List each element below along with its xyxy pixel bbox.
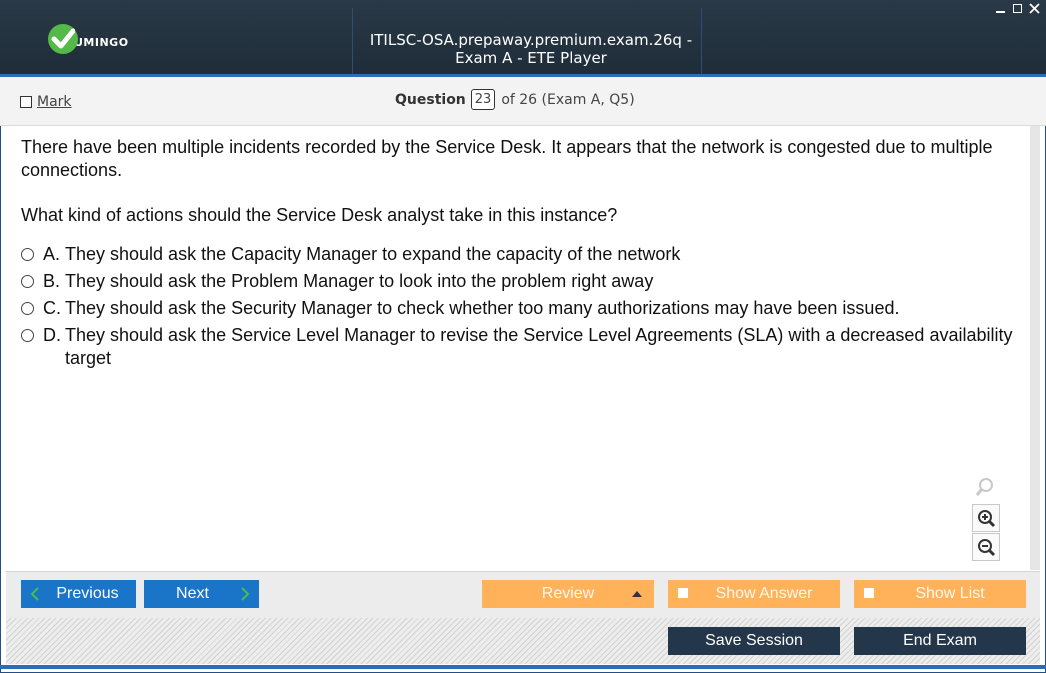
question-counter: Question 23 of 26 (Exam A, Q5) — [395, 89, 635, 110]
show-list-toggle[interactable]: Show List — [854, 580, 1026, 608]
zoom-in-icon[interactable] — [972, 504, 1000, 532]
show-answer-toggle[interactable]: Show Answer — [668, 580, 840, 608]
mark-checkbox-box[interactable] — [20, 96, 32, 108]
show-list-checkbox[interactable] — [864, 588, 874, 598]
logo-text: UMINGO — [74, 35, 129, 49]
radio-button[interactable] — [21, 302, 34, 315]
next-button[interactable]: Next — [144, 580, 259, 608]
review-label: Review — [541, 585, 595, 602]
save-session-button[interactable]: Save Session — [668, 627, 840, 655]
search-icon[interactable] — [972, 474, 998, 500]
answer-letter: B. — [43, 271, 61, 291]
answer-option-b[interactable]: B. They should ask the Problem Manager t… — [21, 270, 1021, 293]
close-icon[interactable] — [1029, 3, 1040, 14]
answer-text: They should ask the Capacity Manager to … — [65, 244, 681, 264]
triangle-up-icon — [632, 591, 642, 597]
answer-letter: C. — [43, 298, 61, 318]
end-exam-button[interactable]: End Exam — [854, 627, 1026, 655]
previous-button[interactable]: Previous — [21, 580, 136, 608]
answer-option-d[interactable]: D. They should ask the Service Level Man… — [21, 324, 1021, 370]
show-list-label: Show List — [915, 585, 985, 602]
window-title: ITILSC-OSA.prepaway.premium.exam.26q - E… — [369, 31, 693, 67]
title-bar: UMINGO ITILSC-OSA.prepaway.premium.exam.… — [0, 0, 1046, 74]
radio-button[interactable] — [21, 329, 34, 342]
mark-label: Mark — [37, 94, 72, 110]
answer-letter: A. — [43, 244, 61, 264]
previous-label: Previous — [56, 585, 119, 602]
show-answer-checkbox[interactable] — [678, 588, 688, 598]
end-exam-label: End Exam — [903, 632, 977, 649]
answer-option-a[interactable]: A. They should ask the Capacity Manager … — [21, 243, 1021, 266]
answer-option-c[interactable]: C. They should ask the Security Manager … — [21, 297, 1021, 320]
maximize-icon[interactable] — [1012, 3, 1023, 14]
question-label: Question — [395, 91, 466, 108]
app-logo: UMINGO — [48, 24, 129, 54]
question-text: There have been multiple incidents recor… — [21, 136, 1011, 249]
answer-list: A. They should ask the Capacity Manager … — [21, 243, 1021, 374]
answer-text: They should ask the Problem Manager to l… — [65, 271, 654, 291]
scrollbar[interactable] — [1030, 126, 1040, 570]
question-header: Mark Question 23 of 26 (Exam A, Q5) — [0, 77, 1046, 126]
radio-button[interactable] — [21, 275, 34, 288]
mark-checkbox[interactable]: Mark — [20, 94, 72, 110]
question-paragraph: There have been multiple incidents recor… — [21, 137, 993, 180]
zoom-out-icon[interactable] — [972, 533, 1000, 561]
chevron-right-icon — [241, 587, 250, 601]
answer-text: They should ask the Service Level Manage… — [65, 325, 1013, 368]
next-label: Next — [176, 585, 209, 602]
save-session-label: Save Session — [705, 632, 803, 649]
review-dropdown[interactable]: Review — [482, 580, 654, 608]
answer-text: They should ask the Security Manager to … — [65, 298, 900, 318]
minimize-icon[interactable] — [995, 3, 1006, 14]
question-number-input[interactable]: 23 — [470, 89, 496, 110]
question-of-label: of 26 (Exam A, Q5) — [501, 91, 635, 108]
window-controls — [995, 3, 1040, 14]
radio-button[interactable] — [21, 248, 34, 261]
answer-letter: D. — [43, 325, 61, 345]
question-prompt: What kind of actions should the Service … — [21, 205, 618, 225]
chevron-left-icon — [30, 587, 39, 601]
bottom-accent-line — [0, 665, 1046, 669]
check-logo-icon — [48, 24, 78, 54]
show-answer-label: Show Answer — [715, 585, 813, 602]
